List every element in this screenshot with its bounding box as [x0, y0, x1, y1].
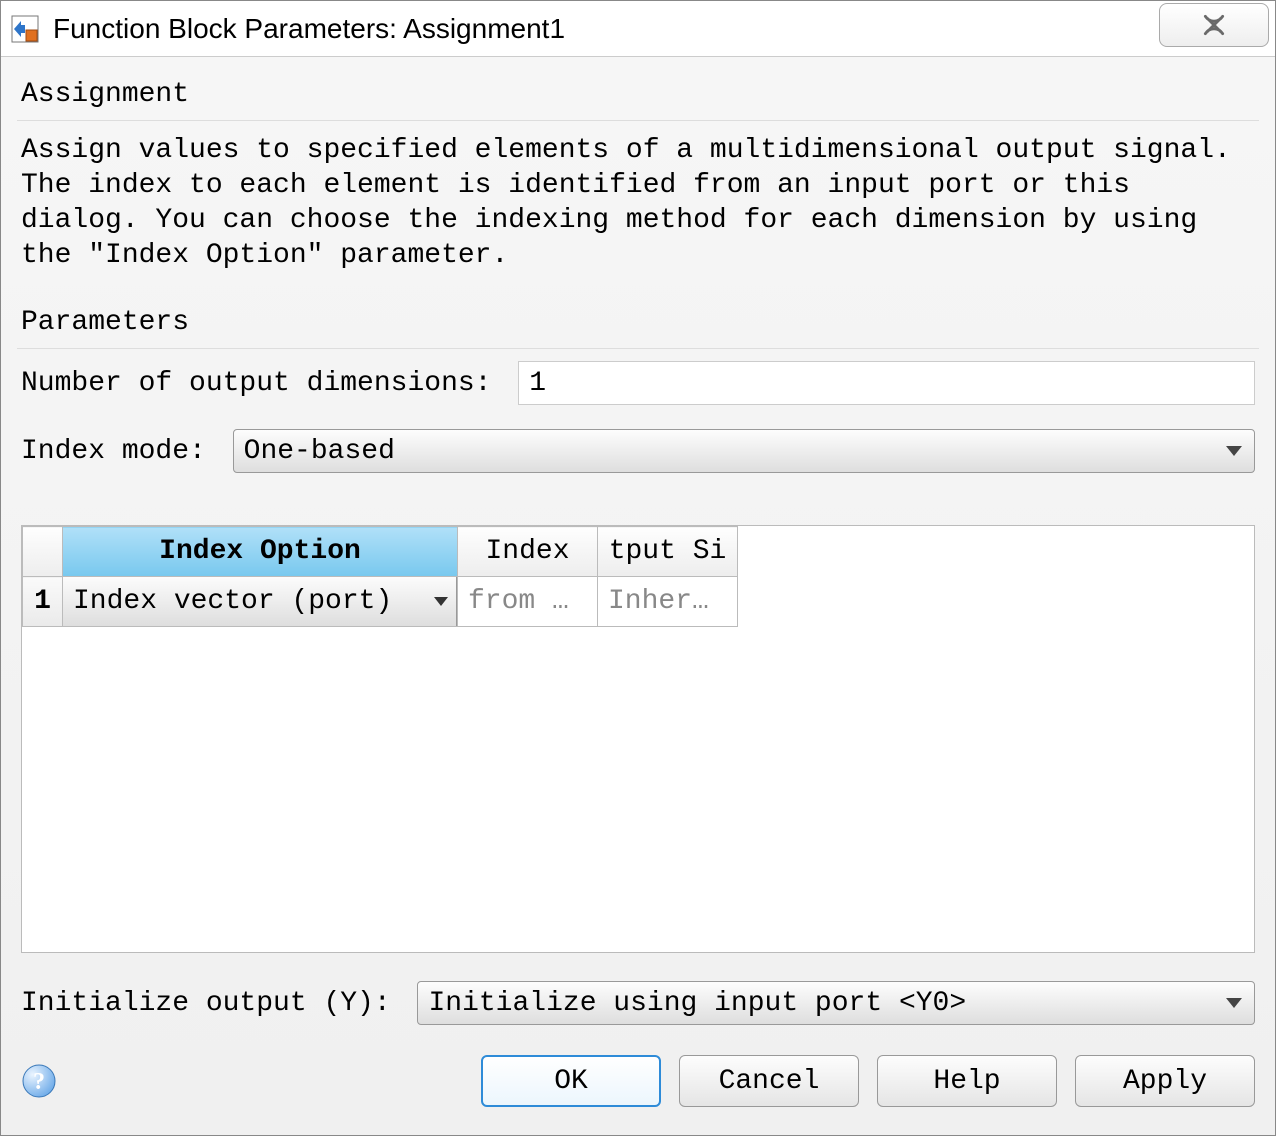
divider	[17, 120, 1259, 121]
ok-button[interactable]: OK	[481, 1055, 661, 1107]
app-icon	[11, 15, 39, 43]
cell-index[interactable]: from …	[458, 577, 598, 627]
col-header-index-option[interactable]: Index Option	[63, 527, 458, 577]
close-button[interactable]	[1159, 3, 1269, 47]
titlebar: Function Block Parameters: Assignment1	[1, 1, 1275, 57]
init-output-value: Initialize using input port <Y0>	[428, 988, 966, 1019]
init-output-dropdown[interactable]: Initialize using input port <Y0>	[417, 981, 1255, 1025]
dialog-body: Assignment Assign values to specified el…	[1, 57, 1275, 1135]
output-size-value: Inher…	[598, 577, 737, 626]
col-header-index[interactable]: Index	[458, 527, 598, 577]
dialog-window: Function Block Parameters: Assignment1 A…	[0, 0, 1276, 1136]
help-button[interactable]: Help	[877, 1055, 1057, 1107]
index-option-dropdown[interactable]: Index vector (port)	[63, 577, 457, 626]
index-value: from …	[458, 577, 597, 626]
cancel-button[interactable]: Cancel	[679, 1055, 859, 1107]
assignment-description: Assign values to specified elements of a…	[21, 133, 1255, 273]
index-mode-label: Index mode:	[21, 436, 223, 467]
section-parameters-header: Parameters	[21, 307, 1259, 338]
col-header-output-size[interactable]: tput Si	[598, 527, 738, 577]
num-dimensions-row: Number of output dimensions:	[21, 361, 1255, 405]
divider	[17, 348, 1259, 349]
num-dimensions-label: Number of output dimensions:	[21, 368, 508, 399]
window-title: Function Block Parameters: Assignment1	[53, 13, 565, 45]
col-header-blank[interactable]	[23, 527, 63, 577]
row-number[interactable]: 1	[23, 577, 63, 627]
init-output-row: Initialize output (Y): Initialize using …	[21, 981, 1255, 1025]
table-row: 1 Index vector (port) from … Inher…	[23, 577, 738, 627]
close-icon	[1201, 12, 1227, 38]
apply-button[interactable]: Apply	[1075, 1055, 1255, 1107]
index-mode-row: Index mode: One-based	[21, 429, 1255, 473]
init-output-label: Initialize output (Y):	[21, 988, 407, 1019]
cell-output-size[interactable]: Inher…	[598, 577, 738, 627]
help-icon[interactable]: ?	[21, 1063, 57, 1099]
index-mode-dropdown[interactable]: One-based	[233, 429, 1255, 473]
num-dimensions-input[interactable]	[518, 361, 1255, 405]
index-mode-value: One-based	[244, 436, 395, 467]
cell-index-option[interactable]: Index vector (port)	[63, 577, 458, 627]
svg-text:?: ?	[33, 1069, 45, 1095]
section-assignment-header: Assignment	[21, 79, 1259, 110]
chevron-down-icon	[434, 597, 448, 606]
index-table: Index Option Index tput Si 1 Index vecto…	[21, 525, 1255, 953]
table-header-row: Index Option Index tput Si	[23, 527, 738, 577]
index-option-value: Index vector (port)	[73, 586, 392, 617]
button-row: ? OK Cancel Help Apply	[17, 1037, 1259, 1125]
